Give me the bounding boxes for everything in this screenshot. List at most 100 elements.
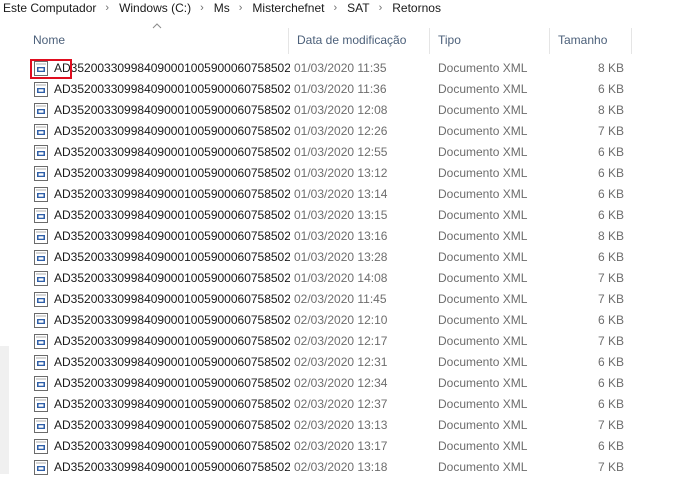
file-row[interactable]: AD352003309984090001005900060758502... 01…	[24, 79, 687, 100]
file-row[interactable]: AD35200330998409000100590006075850​2... 0…	[24, 58, 687, 79]
file-name: AD352003309984090001005900060758502...	[54, 187, 290, 201]
xml-file-icon	[34, 145, 48, 160]
column-header-type[interactable]: Tipo	[429, 24, 549, 54]
file-name-cell[interactable]: AD352003309984090001005900060758502...	[34, 331, 290, 352]
xml-file-icon	[34, 208, 48, 223]
file-name-cell[interactable]: AD352003309984090001005900060758502...	[34, 163, 290, 184]
column-header-size[interactable]: Tamanho	[549, 24, 631, 54]
file-row[interactable]: AD352003309984090001005900060758502... 01…	[24, 184, 687, 205]
file-row[interactable]: AD352003309984090001005900060758502... 02…	[24, 394, 687, 415]
column-divider[interactable]	[631, 28, 632, 54]
file-row[interactable]: AD352003309984090001005900060758502... 02…	[24, 436, 687, 457]
file-date: 02/03/2020 13:18	[294, 460, 388, 474]
chevron-right-icon[interactable]: ›	[326, 0, 344, 16]
file-type: Documento XML	[438, 460, 528, 474]
file-name-cell[interactable]: AD352003309984090001005900060758502...	[34, 205, 290, 226]
file-name-cell[interactable]: AD352003309984090001005900060758502...	[34, 373, 290, 394]
breadcrumb-item-drive[interactable]: Windows (C:)	[116, 0, 193, 16]
file-row[interactable]: AD352003309984090001005900060758502... 01…	[24, 121, 687, 142]
file-name: AD352003309984090001005900060758502...	[54, 292, 290, 306]
file-date: 02/03/2020 12:34	[294, 376, 388, 390]
xml-file-icon	[34, 187, 48, 202]
file-name-cell[interactable]: AD352003309984090001005900060758502...	[34, 184, 290, 205]
file-name-cell[interactable]: AD352003309984090001005900060758502...	[34, 100, 290, 121]
chevron-right-icon[interactable]: ›	[98, 0, 116, 16]
file-type: Documento XML	[438, 355, 528, 369]
chevron-right-icon[interactable]: ›	[232, 0, 250, 16]
file-name: AD352003309984090001005900060758502...	[54, 418, 290, 432]
file-name: AD352003309984090001005900060758502...	[54, 166, 290, 180]
file-name-cell[interactable]: AD352003309984090001005900060758502...	[34, 310, 290, 331]
file-name-cell[interactable]: AD352003309984090001005900060758502...	[34, 394, 290, 415]
file-name-cell[interactable]: AD352003309984090001005900060758502...	[34, 457, 290, 478]
file-row[interactable]: AD352003309984090001005900060758502... 01…	[24, 100, 687, 121]
file-size: 7 KB	[597, 292, 624, 306]
file-size: 6 KB	[597, 376, 624, 390]
breadcrumb-item-misterchefnet[interactable]: Misterchefnet	[249, 0, 326, 16]
file-name-cell[interactable]: AD352003309984090001005900060758502...	[34, 352, 290, 373]
file-name-cell[interactable]: AD352003309984090001005900060758502...	[34, 121, 290, 142]
file-row[interactable]: AD352003309984090001005900060758502... 02…	[24, 289, 687, 310]
file-name-cell[interactable]: AD352003309984090001005900060758502...	[34, 247, 290, 268]
file-row[interactable]: AD352003309984090001005900060758502... 02…	[24, 373, 687, 394]
file-date: 02/03/2020 12:31	[294, 355, 388, 369]
file-name: AD352003309984090001005900060758502...	[54, 460, 290, 474]
xml-file-icon	[34, 418, 48, 433]
file-row[interactable]: AD352003309984090001005900060758502... 02…	[24, 331, 687, 352]
breadcrumb-item-sat[interactable]: SAT	[344, 0, 371, 16]
file-row[interactable]: AD352003309984090001005900060758502... 01…	[24, 142, 687, 163]
file-name-cell[interactable]: AD352003309984090001005900060758502...	[34, 436, 290, 457]
navigation-pane-scrollbar[interactable]	[0, 346, 9, 474]
file-name: AD352003309984090001005900060758502...	[54, 397, 290, 411]
file-name-cell[interactable]: AD352003309984090001005900060758502...	[34, 415, 290, 436]
file-type: Documento XML	[438, 82, 528, 96]
file-type: Documento XML	[438, 292, 528, 306]
file-size: 6 KB	[597, 313, 624, 327]
file-row[interactable]: AD352003309984090001005900060758502... 02…	[24, 310, 687, 331]
file-type: Documento XML	[438, 145, 528, 159]
xml-file-icon	[34, 82, 48, 97]
breadcrumb-item-retornos[interactable]: Retornos	[389, 0, 443, 16]
file-name-cell[interactable]: AD352003309984090001005900060758502...	[34, 79, 290, 100]
file-date: 01/03/2020 12:08	[294, 103, 388, 117]
file-type: Documento XML	[438, 313, 528, 327]
xml-file-icon	[34, 376, 48, 391]
breadcrumb-item-ms[interactable]: Ms	[211, 0, 232, 16]
column-header-date[interactable]: Data de modificação	[288, 24, 429, 54]
file-type: Documento XML	[438, 418, 528, 432]
xml-file-icon	[34, 124, 48, 139]
file-type: Documento XML	[438, 229, 528, 243]
file-row[interactable]: AD352003309984090001005900060758502... 01…	[24, 247, 687, 268]
file-row[interactable]: AD352003309984090001005900060758502... 02…	[24, 457, 687, 478]
file-name-cell[interactable]: AD352003309984090001005900060758502...	[34, 268, 290, 289]
column-header-name[interactable]: Nome	[24, 24, 288, 54]
column-header-row: Nome Data de modificação Tipo Tamanho	[24, 23, 687, 54]
file-name-cell[interactable]: AD35200330998409000100590006075850​2...	[34, 58, 290, 79]
file-row[interactable]: AD352003309984090001005900060758502... 01…	[24, 268, 687, 289]
file-name-cell[interactable]: AD352003309984090001005900060758502...	[34, 289, 290, 310]
file-row[interactable]: AD352003309984090001005900060758502... 01…	[24, 205, 687, 226]
file-row[interactable]: AD352003309984090001005900060758502... 02…	[24, 352, 687, 373]
file-row[interactable]: AD352003309984090001005900060758502... 01…	[24, 226, 687, 247]
file-type: Documento XML	[438, 397, 528, 411]
file-row[interactable]: AD352003309984090001005900060758502... 02…	[24, 415, 687, 436]
file-row[interactable]: AD352003309984090001005900060758502... 01…	[24, 163, 687, 184]
file-name-cell[interactable]: AD352003309984090001005900060758502...	[34, 142, 290, 163]
xml-file-icon	[34, 166, 48, 181]
file-size: 8 KB	[597, 229, 624, 243]
file-name: AD352003309984090001005900060758502...	[54, 376, 290, 390]
file-date: 01/03/2020 13:12	[294, 166, 388, 180]
file-date: 01/03/2020 13:28	[294, 250, 388, 264]
chevron-right-icon[interactable]: ›	[372, 0, 390, 16]
xml-file-icon	[34, 229, 48, 244]
file-date: 01/03/2020 13:16	[294, 229, 388, 243]
file-type: Documento XML	[438, 187, 528, 201]
file-name-cell[interactable]: AD352003309984090001005900060758502...	[34, 226, 290, 247]
file-size: 6 KB	[597, 355, 624, 369]
breadcrumb-item-computer[interactable]: Este Computador	[0, 0, 98, 16]
file-name: AD352003309984090001005900060758502...	[54, 439, 290, 453]
file-size: 6 KB	[597, 187, 624, 201]
chevron-right-icon[interactable]: ›	[193, 0, 211, 16]
file-size: 6 KB	[597, 208, 624, 222]
file-size: 7 KB	[597, 460, 624, 474]
